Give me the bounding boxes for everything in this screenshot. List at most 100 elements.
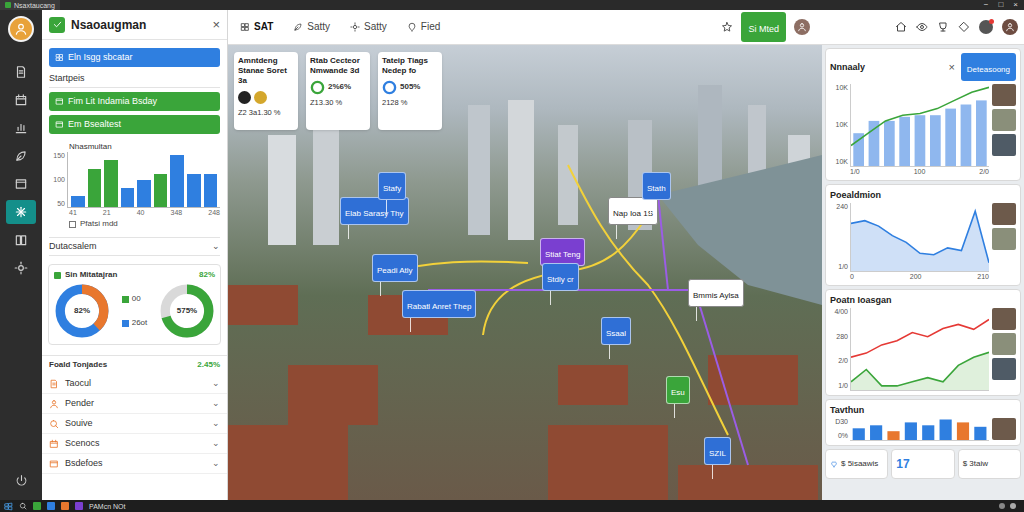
close-button[interactable]: × bbox=[948, 62, 954, 73]
green-button[interactable]: Fim Lit Indamia Bsday bbox=[49, 92, 220, 111]
notification-avatar[interactable] bbox=[979, 20, 993, 34]
taskbar-app-icon[interactable] bbox=[47, 502, 55, 510]
map-pin[interactable]: Bmmis Aylsa bbox=[688, 279, 744, 321]
taskbar-app-icon[interactable] bbox=[33, 502, 41, 510]
submit-button[interactable]: Si Mted bbox=[741, 12, 786, 42]
user-avatar[interactable] bbox=[794, 19, 810, 35]
search-button[interactable] bbox=[19, 502, 27, 510]
rail-item[interactable] bbox=[6, 172, 36, 196]
x-tick: 100 bbox=[914, 168, 926, 176]
chart-bar bbox=[137, 180, 151, 208]
search-icon bbox=[19, 502, 27, 510]
list-item[interactable]: Taocul⌄ bbox=[42, 374, 227, 394]
list-item[interactable]: Scenocs⌄ bbox=[42, 434, 227, 454]
donut-chart: 82% bbox=[54, 283, 110, 339]
toolbar-button[interactable] bbox=[916, 21, 928, 33]
nav-item[interactable]: SAT bbox=[240, 21, 273, 33]
thumbnail-image bbox=[992, 109, 1016, 131]
thumbnail-column bbox=[992, 84, 1016, 176]
card-body: 2401/00200210 bbox=[830, 203, 1016, 281]
toolbar-button[interactable] bbox=[958, 21, 970, 33]
list-item[interactable]: Souive⌄ bbox=[42, 414, 227, 434]
nav-item[interactable]: Satty bbox=[350, 21, 387, 33]
card-title: Poealdmion bbox=[830, 189, 1016, 201]
workspace: Nsaoaugman×Eln Isgg sbcatarStartpeisFim … bbox=[0, 10, 1024, 500]
mini-card[interactable]: 17 bbox=[891, 449, 954, 479]
thumbnail-column bbox=[992, 308, 1016, 391]
pin-stem bbox=[712, 465, 713, 479]
toolbar-button[interactable] bbox=[937, 21, 949, 33]
x-axis: 1/01002/0 bbox=[830, 167, 989, 176]
chart-bar bbox=[870, 425, 882, 440]
legend-checkbox[interactable] bbox=[69, 221, 76, 228]
stat-card[interactable]: Tateip Tiags Nedep fo505%2128 % bbox=[378, 52, 442, 130]
pin-stem bbox=[609, 345, 610, 359]
rail-item[interactable] bbox=[6, 88, 36, 112]
ring-icon bbox=[310, 80, 325, 95]
rail-item[interactable] bbox=[6, 200, 36, 224]
favorite-button[interactable] bbox=[721, 21, 733, 33]
thumbnail-image bbox=[992, 134, 1016, 156]
browser-tab[interactable]: Nsaxtaucang bbox=[0, 0, 60, 10]
legend-item-label: 00 bbox=[132, 294, 141, 304]
chart-bar bbox=[961, 105, 972, 167]
list-icon bbox=[55, 97, 64, 106]
window-control[interactable]: − bbox=[984, 1, 989, 9]
list-icon bbox=[55, 120, 64, 129]
map-pin[interactable]: Stath bbox=[642, 172, 671, 214]
pin-label: Peadi Atly bbox=[372, 254, 418, 282]
mini-card[interactable]: $ 3taiw bbox=[958, 449, 1021, 479]
user-avatar[interactable] bbox=[8, 16, 34, 42]
map-view[interactable]: Amntdeng Stanae Soret 3aZ2 3a1.30 %Rtab … bbox=[228, 45, 822, 500]
dropdown[interactable]: Dutacsalem⌄ bbox=[49, 237, 220, 256]
chart-title: Nhasmultan bbox=[49, 142, 220, 152]
y-tick: 4/00 bbox=[830, 308, 848, 316]
toolbar-button[interactable] bbox=[895, 21, 907, 33]
taskbar-app-icon[interactable] bbox=[75, 502, 83, 510]
power-button[interactable] bbox=[11, 470, 31, 490]
green-button[interactable]: Em Bsealtest bbox=[49, 115, 220, 134]
nav-item[interactable]: Fied bbox=[407, 21, 440, 33]
map-pin[interactable]: Ssaal bbox=[601, 317, 631, 359]
map-pin[interactable]: Stafy bbox=[378, 172, 406, 214]
map-pin[interactable]: Stdly cr bbox=[542, 263, 579, 305]
rail-item[interactable] bbox=[6, 116, 36, 140]
start-button[interactable] bbox=[4, 502, 13, 511]
stat-card[interactable]: Rtab Cecteor Nmwande 3d2%6%Z13.30 % bbox=[306, 52, 370, 130]
pin-label-text: Stdly cr bbox=[547, 275, 574, 284]
window-control[interactable]: □ bbox=[998, 1, 1003, 9]
close-button[interactable]: × bbox=[212, 18, 220, 31]
y-axis: D300% bbox=[830, 418, 850, 440]
window-control[interactable]: × bbox=[1013, 1, 1018, 9]
plot-area bbox=[850, 418, 989, 441]
donut-card: Sin Mitatajran82%82%0026ot575% bbox=[48, 264, 221, 345]
pin-stem bbox=[674, 404, 675, 418]
rail-item[interactable] bbox=[6, 256, 36, 280]
action-button[interactable]: Deteasoong bbox=[961, 53, 1016, 81]
taskbar-app-icon[interactable] bbox=[61, 502, 69, 510]
rail-item[interactable] bbox=[6, 60, 36, 84]
calendar-icon bbox=[49, 439, 59, 449]
x-tick: 40 bbox=[137, 209, 145, 217]
rail-item[interactable] bbox=[6, 144, 36, 168]
nav-item[interactable]: Satty bbox=[293, 21, 330, 33]
chart-bar bbox=[104, 160, 118, 207]
chart-row: 10K10K10K bbox=[830, 84, 989, 167]
rail-item[interactable] bbox=[6, 228, 36, 252]
map-pin[interactable]: SZIL bbox=[704, 437, 731, 479]
map-pin[interactable]: Esu bbox=[666, 376, 690, 418]
list-item[interactable]: Pender⌄ bbox=[42, 394, 227, 414]
chart-bar bbox=[869, 121, 880, 166]
list-card: Foald Tonjades2.45%Taocul⌄Pender⌄Souive⌄… bbox=[42, 355, 227, 474]
list-item[interactable]: Bsdefoes⌄ bbox=[42, 454, 227, 474]
mini-card[interactable]: $ 5isaawis bbox=[825, 449, 888, 479]
map-pin[interactable]: Rabatl Anret Thep bbox=[402, 290, 476, 332]
primary-button[interactable]: Eln Isgg sbcatar bbox=[49, 48, 220, 67]
user-avatar[interactable] bbox=[1002, 19, 1018, 35]
map-pin[interactable]: Elab Sarasy Thy bbox=[340, 197, 409, 239]
tab-favicon-icon bbox=[5, 2, 11, 8]
y-tick: 280 bbox=[830, 333, 848, 341]
chart-bar bbox=[170, 155, 184, 207]
cup-icon bbox=[937, 21, 949, 33]
stat-card[interactable]: Amntdeng Stanae Soret 3aZ2 3a1.30 % bbox=[234, 52, 298, 130]
